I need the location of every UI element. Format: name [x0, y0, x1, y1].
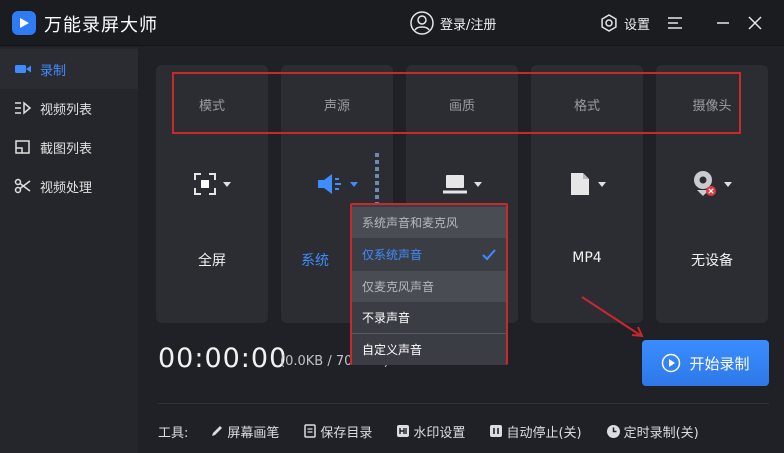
format-card[interactable]: 格式 MP4 — [531, 65, 643, 323]
auto-stop-icon — [490, 425, 503, 437]
play-icon — [662, 353, 681, 373]
screen-pen-button[interactable]: 屏幕画笔 — [210, 422, 279, 441]
sidebar-item-label: 视频列表 — [40, 102, 93, 118]
start-recording-label: 开始录制 — [689, 354, 750, 373]
format-selector[interactable] — [561, 169, 613, 199]
divider — [158, 403, 769, 404]
tool-label: 自动停止(关) — [506, 425, 582, 441]
card-value: 无设备 — [691, 253, 733, 269]
video-list-icon — [15, 101, 32, 115]
settings-label: 设置 — [624, 17, 651, 33]
speaker-icon — [318, 174, 341, 194]
recording-timer: 00:00:00 — [158, 343, 288, 374]
option-label: 自定义声音 — [362, 343, 423, 357]
sidebar-item-label: 截图列表 — [40, 141, 93, 157]
option-label: 仅系统声音 — [362, 248, 423, 262]
app-logo-icon — [12, 11, 36, 35]
dropdown-option[interactable]: 自定义声音 — [352, 334, 506, 365]
chevron-down-icon — [223, 181, 231, 187]
dropdown-option[interactable]: 不录声音 — [352, 302, 506, 333]
sidebar-item-label: 录制 — [40, 63, 67, 79]
dropdown-option[interactable]: 仅系统声音 — [352, 239, 506, 270]
card-title: 模式 — [198, 99, 225, 114]
dropdown-option[interactable]: 仅麦克风声音 — [352, 271, 506, 302]
sidebar-item-label: 视频处理 — [40, 180, 93, 196]
card-title: 格式 — [573, 99, 600, 114]
user-icon — [410, 11, 434, 35]
tools-bar: 工具: 屏幕画笔 保存目录 水印设置 自动停止(关) 定时录制(关) — [158, 421, 723, 441]
card-value: MP4 — [572, 250, 602, 266]
sidebar-item-video-list[interactable]: 视频列表 — [0, 88, 138, 128]
settings-button[interactable]: 设置 — [600, 12, 650, 34]
tools-label: 工具: — [158, 425, 189, 441]
watermark-settings-button[interactable]: 水印设置 — [396, 422, 465, 441]
sidebar-item-video-processing[interactable]: 视频处理 — [0, 166, 138, 206]
card-title: 声源 — [323, 99, 350, 114]
tool-label: 水印设置 — [413, 425, 466, 441]
sound-source-dropdown: 系统声音和麦克风 仅系统声音 仅麦克风声音 不录声音 自定义声音 — [350, 203, 508, 365]
option-label: 不录声音 — [362, 311, 411, 325]
webcam-off-icon — [694, 171, 716, 196]
folder-icon — [304, 424, 317, 438]
tool-label: 保存目录 — [320, 425, 373, 441]
annotation-arrow — [581, 296, 644, 338]
title-bar: 万能录屏大师 登录/注册 设置 — [0, 0, 784, 46]
auto-stop-button[interactable]: 自动停止(关) — [489, 422, 582, 441]
login-label: 登录/注册 — [440, 17, 497, 33]
webcam-selector[interactable] — [686, 169, 738, 199]
monitor-icon — [443, 175, 467, 194]
card-title: 画质 — [448, 99, 475, 114]
option-label: 系统声音和麦克风 — [362, 216, 459, 230]
menu-icon[interactable] — [664, 12, 686, 34]
tool-label: 定时录制(关) — [623, 425, 699, 441]
main-panel: 模式 全屏 声源 系统 画质 格式 MP4 摄像头 无设备 00:00:00 (… — [138, 47, 784, 453]
chevron-down-icon — [598, 181, 606, 187]
clock-icon — [606, 424, 620, 438]
mode-selector[interactable] — [186, 169, 238, 199]
check-icon — [482, 249, 496, 261]
option-label: 仅麦克风声音 — [362, 280, 435, 294]
app-title: 万能录屏大师 — [44, 15, 158, 36]
login-button[interactable]: 登录/注册 — [410, 10, 496, 36]
card-value: 全屏 — [198, 253, 226, 269]
camera-icon — [15, 65, 31, 73]
file-icon — [571, 173, 589, 195]
sidebar-item-screenshot-list[interactable]: 截图列表 — [0, 127, 138, 167]
watermark-icon — [397, 425, 410, 437]
close-icon[interactable] — [744, 12, 766, 34]
sidebar: 录制 视频列表 截图列表 视频处理 — [0, 47, 138, 453]
mode-card[interactable]: 模式 全屏 — [156, 65, 268, 323]
minimize-icon[interactable] — [712, 12, 734, 34]
screenshot-icon — [15, 140, 30, 154]
sound-source-selector[interactable] — [311, 169, 363, 199]
tool-label: 屏幕画笔 — [227, 425, 280, 441]
start-recording-button[interactable]: 开始录制 — [642, 340, 769, 386]
gear-icon — [601, 14, 617, 32]
pen-icon — [212, 426, 223, 436]
chevron-down-icon — [474, 181, 482, 187]
scheduled-recording-button[interactable]: 定时录制(关) — [606, 422, 699, 441]
card-title: 摄像头 — [692, 99, 732, 114]
webcam-card[interactable]: 摄像头 无设备 — [656, 65, 768, 323]
sidebar-item-record[interactable]: 录制 — [0, 49, 138, 89]
dropdown-option[interactable]: 系统声音和麦克风 — [352, 207, 506, 238]
chevron-down-icon — [350, 181, 358, 187]
scissors-icon — [14, 178, 31, 194]
save-directory-button[interactable]: 保存目录 — [303, 422, 372, 441]
chevron-down-icon — [724, 181, 732, 187]
quality-selector[interactable] — [436, 169, 488, 199]
fullscreen-icon — [194, 173, 216, 195]
